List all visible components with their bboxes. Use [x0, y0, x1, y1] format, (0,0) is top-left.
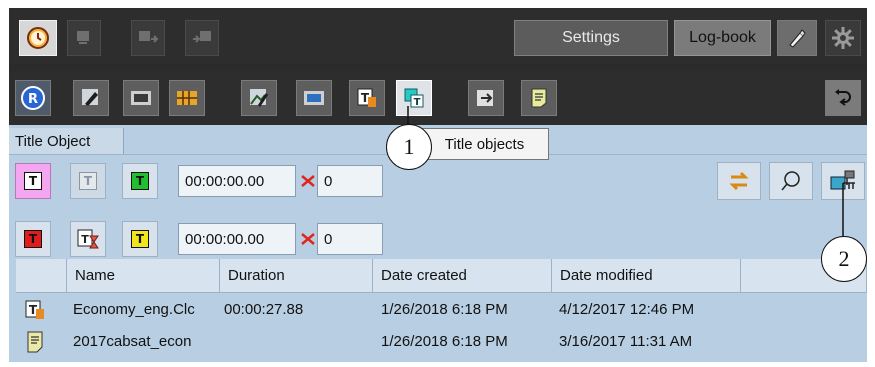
callout-2-number: 2 — [838, 246, 850, 271]
callout-2: 2 — [821, 236, 867, 282]
callout-1: 1 — [386, 124, 432, 170]
callout-1-number: 1 — [403, 134, 415, 159]
callout-leader-lines — [407, 106, 844, 236]
